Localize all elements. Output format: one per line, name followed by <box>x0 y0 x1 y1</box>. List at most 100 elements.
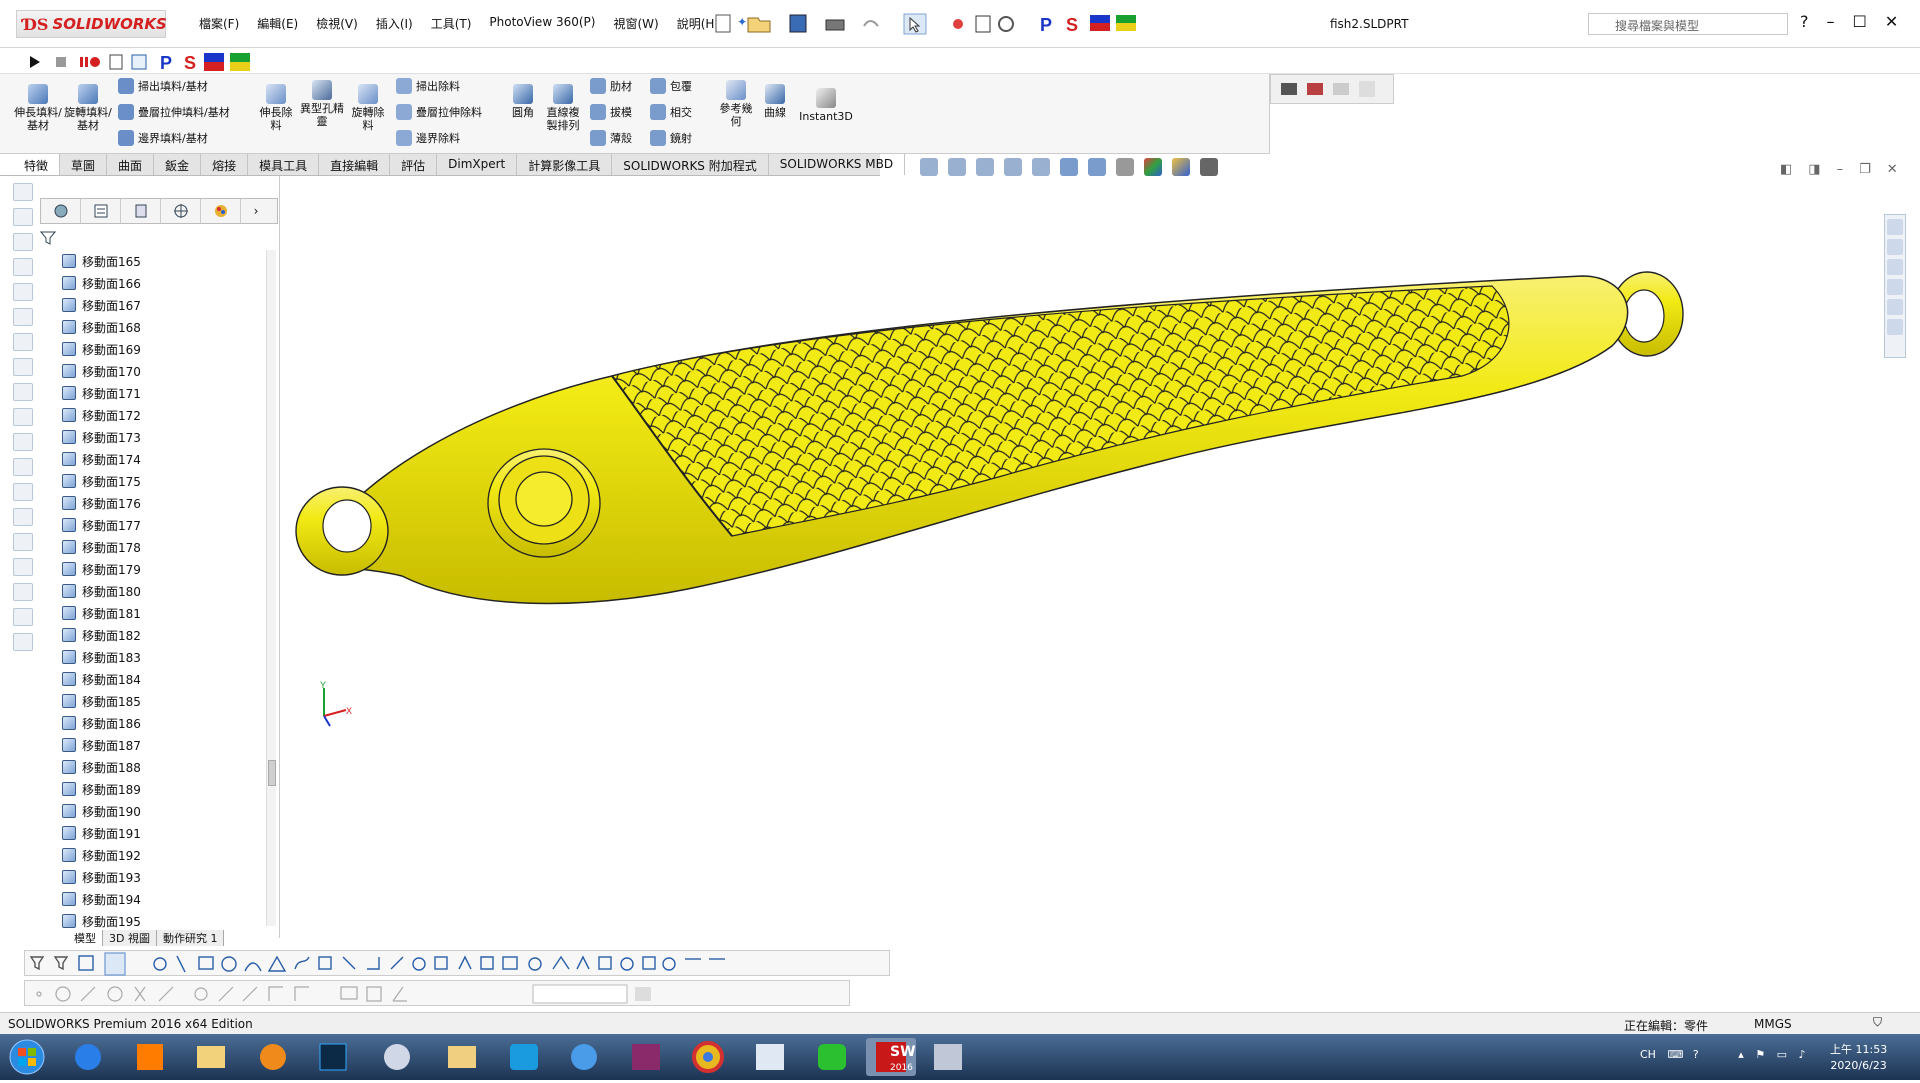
tree-item[interactable]: 移動面165 <box>62 250 272 272</box>
display-manager-tab[interactable] <box>201 199 241 223</box>
rectangle-icon[interactable] <box>198 956 214 970</box>
menu-file[interactable]: 檔案(F) <box>190 15 248 32</box>
circle-icon[interactable] <box>221 956 237 972</box>
tab-3d-views[interactable]: 3D 視圖 <box>103 930 157 946</box>
extend-icon[interactable] <box>458 955 472 970</box>
boundary-boss-button[interactable]: 邊界填料/基材 <box>118 130 208 146</box>
color-addin-icon[interactable] <box>1090 23 1110 31</box>
extruded-boss-button[interactable]: 伸長填料/基材 <box>14 84 62 132</box>
menu-insert[interactable]: 插入(I) <box>367 15 422 32</box>
tree-item[interactable]: 移動面168 <box>62 316 272 338</box>
show-hidden-icon[interactable]: ▴ <box>1738 1048 1744 1061</box>
media-player-icon[interactable] <box>260 1044 286 1070</box>
illustrator-icon[interactable] <box>137 1044 163 1070</box>
hole-wizard-button[interactable]: 異型孔精靈 <box>300 80 344 128</box>
feature-manager-tab[interactable] <box>41 199 81 223</box>
strip-icon[interactable] <box>13 533 33 551</box>
tab-sketch[interactable]: 草圖 <box>60 154 108 175</box>
close-button[interactable]: ✕ <box>1885 12 1898 31</box>
tab-evaluate[interactable]: 評估 <box>390 154 438 175</box>
tree-item[interactable]: 移動面184 <box>62 668 272 690</box>
menu-photoview[interactable]: PhotoView 360(P) <box>480 15 604 32</box>
photoshop-icon[interactable] <box>319 1043 347 1071</box>
tab-mold-tools[interactable]: 模具工具 <box>248 154 320 175</box>
file-explorer-icon[interactable] <box>1887 259 1903 275</box>
menu-tools[interactable]: 工具(T) <box>422 15 481 32</box>
options-icon[interactable] <box>998 16 1014 32</box>
tree-item[interactable]: 移動面174 <box>62 448 272 470</box>
minimize-button[interactable]: – <box>1827 12 1835 31</box>
section-view-icon[interactable] <box>1004 158 1022 176</box>
dimxpert-manager-tab[interactable] <box>161 199 201 223</box>
fish-model[interactable] <box>295 271 1684 605</box>
tree-item[interactable]: 移動面187 <box>62 734 272 756</box>
tree-item[interactable]: 移動面176 <box>62 492 272 514</box>
color-addin2-icon[interactable] <box>1116 23 1136 31</box>
polygon-icon[interactable] <box>267 955 287 972</box>
tree-item[interactable]: 移動面195 <box>62 910 272 932</box>
keyboard-icon[interactable]: ⌨ <box>1667 1048 1683 1061</box>
curves-button[interactable]: 曲線 <box>758 84 792 119</box>
rapid-sketch-icon[interactable] <box>662 957 676 971</box>
paint-icon[interactable] <box>934 1044 962 1070</box>
swept-cut-button[interactable]: 掃出除料 <box>396 78 460 94</box>
tree-item[interactable]: 移動面182 <box>62 624 272 646</box>
tree-item[interactable]: 移動面193 <box>62 866 272 888</box>
tree-item[interactable]: 移動面180 <box>62 580 272 602</box>
tree-item[interactable]: 移動面170 <box>62 360 272 382</box>
boundary-cut-button[interactable]: 邊界除料 <box>396 130 460 146</box>
strip-icon[interactable] <box>13 183 33 201</box>
edit-appearance-icon[interactable] <box>1144 158 1162 176</box>
screen-capture-icon[interactable] <box>1307 83 1323 95</box>
help-icon[interactable]: ? <box>1800 12 1809 31</box>
file-props-icon[interactable] <box>975 15 991 33</box>
lofted-boss-button[interactable]: 疊層拉伸填料/基材 <box>118 104 230 120</box>
intersect-button[interactable]: 相交 <box>650 104 692 120</box>
mirror-sketch-icon[interactable] <box>480 956 494 970</box>
view-orientation-icon[interactable] <box>1060 158 1078 176</box>
wrap-button[interactable]: 包覆 <box>650 78 692 94</box>
strip-icon[interactable] <box>13 608 33 626</box>
dynamic-annotation-icon[interactable] <box>1032 158 1050 176</box>
previous-view-icon[interactable] <box>976 158 994 176</box>
tree-item[interactable]: 移動面166 <box>62 272 272 294</box>
strip-icon[interactable] <box>13 208 33 226</box>
solidworks-logo[interactable]: ƊS SOLIDWORKS <box>16 10 167 38</box>
view-palette-icon[interactable] <box>1887 279 1903 295</box>
strip-icon[interactable] <box>13 358 33 376</box>
tree-item[interactable]: 移動面181 <box>62 602 272 624</box>
strip-icon[interactable] <box>13 408 33 426</box>
offset-icon[interactable] <box>390 956 404 970</box>
start-button[interactable] <box>9 1039 45 1075</box>
repair-icon[interactable] <box>620 957 634 971</box>
filter-tool2-icon[interactable] <box>53 956 69 971</box>
tab-motion-study[interactable]: 動作研究 1 <box>156 930 225 946</box>
baidu-icon[interactable] <box>571 1044 597 1070</box>
configuration-manager-tab[interactable] <box>121 199 161 223</box>
strip-icon[interactable] <box>13 283 33 301</box>
p-addin-icon[interactable]: P <box>1040 15 1052 35</box>
fillet-button[interactable]: 圓角 <box>508 84 538 119</box>
menu-edit[interactable]: 編輯(E) <box>248 15 307 32</box>
tab-model[interactable]: 模型 <box>68 930 103 946</box>
hide-show-icon[interactable] <box>1116 158 1134 176</box>
line-icon[interactable] <box>818 1044 846 1070</box>
tree-item[interactable]: 移動面185 <box>62 690 272 712</box>
save-icon[interactable] <box>789 14 807 33</box>
tree-item[interactable]: 移動面169 <box>62 338 272 360</box>
tab-direct-editing[interactable]: 直接編輯 <box>319 154 391 175</box>
strip-icon[interactable] <box>13 633 33 651</box>
strip-icon[interactable] <box>13 333 33 351</box>
reference-geometry-button[interactable]: 參考幾何 <box>718 80 754 128</box>
quick-snaps-icon[interactable] <box>642 956 656 970</box>
design-library-icon[interactable] <box>1887 239 1903 255</box>
tree-item[interactable]: 移動面190 <box>62 800 272 822</box>
graphics-area[interactable]: Y X <box>282 176 1908 936</box>
tile-right-icon[interactable]: ◨ <box>1808 162 1820 177</box>
mirror-button[interactable]: 鏡射 <box>650 130 692 146</box>
tab-render-tools[interactable]: 計算影像工具 <box>517 154 613 175</box>
tree-item[interactable]: 移動面191 <box>62 822 272 844</box>
tab-weldments[interactable]: 熔接 <box>201 154 249 175</box>
strip-icon[interactable] <box>13 308 33 326</box>
convert-icon[interactable] <box>412 957 426 971</box>
